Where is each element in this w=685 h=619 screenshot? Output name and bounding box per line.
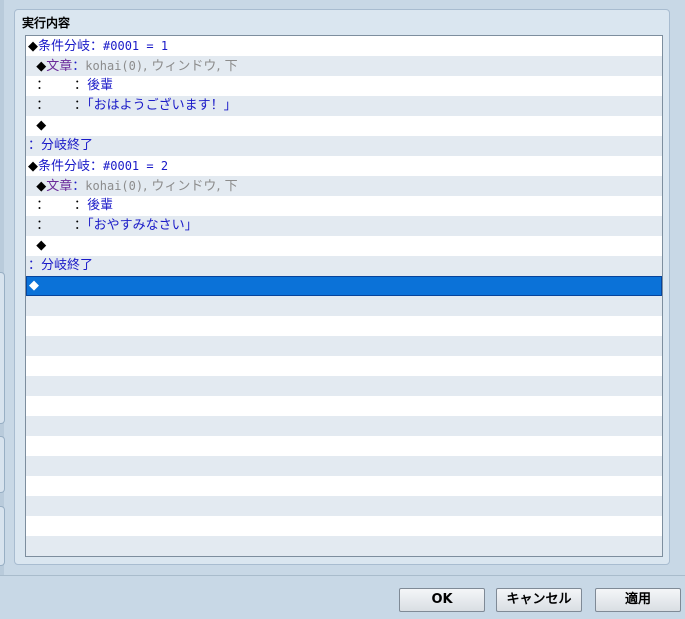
command-text: ◆	[28, 179, 47, 194]
ok-button[interactable]: OK	[399, 588, 485, 612]
empty-row[interactable]	[26, 496, 662, 516]
event-command-row[interactable]: ◆条件分岐：#0001 = 2	[26, 156, 662, 176]
command-text: #0001 = 2	[103, 159, 169, 173]
empty-row[interactable]	[26, 316, 662, 336]
command-text: ◆	[28, 39, 38, 54]
command-text: ： ：	[28, 218, 88, 233]
command-text: 「おやすみなさい」	[87, 218, 198, 233]
event-command-row[interactable]: ： ：後輩	[26, 76, 662, 96]
command-text: ：	[28, 258, 42, 273]
command-text: , ウィンドウ, 下	[143, 179, 238, 194]
command-text: 文章	[46, 179, 73, 194]
dialog-footer: OK キャンセル 適用	[0, 575, 685, 619]
event-command-row[interactable]: ◆	[26, 236, 662, 256]
command-text: ◆	[28, 59, 47, 74]
event-command-row-selected[interactable]: ◆	[26, 276, 662, 296]
empty-row[interactable]	[26, 416, 662, 436]
command-text: 文章	[46, 59, 73, 74]
left-panel-tab[interactable]	[0, 436, 5, 493]
command-text: #0001 = 1	[103, 39, 169, 53]
event-command-row[interactable]: ◆文章：kohai(0), ウィンドウ, 下	[26, 56, 662, 76]
event-command-row[interactable]: ◆	[26, 116, 662, 136]
event-command-row[interactable]: ◆文章：kohai(0), ウィンドウ, 下	[26, 176, 662, 196]
command-text: ： ：	[28, 98, 88, 113]
event-command-list[interactable]: ◆条件分岐：#0001 = 1 ◆文章：kohai(0), ウィンドウ, 下 ：…	[25, 35, 663, 557]
cancel-button[interactable]: キャンセル	[496, 588, 582, 612]
command-text: 条件分岐：	[38, 159, 104, 174]
event-command-row[interactable]: ：分岐終了	[26, 136, 662, 156]
empty-row[interactable]	[26, 356, 662, 376]
event-command-row[interactable]: ◆条件分岐：#0001 = 1	[26, 36, 662, 56]
command-text: ： ：	[28, 198, 88, 213]
command-text: 分岐終了	[41, 258, 94, 273]
empty-row[interactable]	[26, 376, 662, 396]
empty-row[interactable]	[26, 296, 662, 316]
command-text: ◆	[28, 238, 47, 253]
empty-row[interactable]	[26, 436, 662, 456]
empty-row[interactable]	[26, 476, 662, 496]
event-command-row[interactable]: ： ：「おはようございます！」	[26, 96, 662, 116]
empty-row[interactable]	[26, 516, 662, 536]
empty-row[interactable]	[26, 396, 662, 416]
command-text: ◆	[29, 278, 39, 293]
panel-title: 実行内容	[22, 16, 71, 30]
empty-row[interactable]	[26, 456, 662, 476]
apply-button[interactable]: 適用	[595, 588, 681, 612]
left-panel-tab[interactable]	[0, 272, 5, 424]
left-panel-tab[interactable]	[0, 506, 5, 566]
execution-content-panel: 実行内容 ◆条件分岐：#0001 = 1 ◆文章：kohai(0), ウィンドウ…	[14, 9, 670, 565]
command-text: kohai(0)	[85, 179, 144, 193]
command-text: 後輩	[87, 78, 114, 93]
empty-row[interactable]	[26, 336, 662, 356]
command-text: 条件分岐：	[38, 39, 104, 54]
command-text: ：	[28, 138, 42, 153]
empty-row[interactable]	[26, 536, 662, 556]
command-text: ◆	[28, 118, 47, 133]
command-text: ：	[72, 179, 86, 194]
event-command-row[interactable]: ：分岐終了	[26, 256, 662, 276]
command-text: 後輩	[87, 198, 114, 213]
event-command-row[interactable]: ： ：「おやすみなさい」	[26, 216, 662, 236]
command-text: , ウィンドウ, 下	[143, 59, 238, 74]
command-text: ： ：	[28, 78, 88, 93]
command-text: ：	[72, 59, 86, 74]
command-text: 「おはようございます！」	[87, 98, 237, 113]
command-text: kohai(0)	[85, 59, 144, 73]
command-text: ◆	[28, 159, 38, 174]
event-command-row[interactable]: ： ：後輩	[26, 196, 662, 216]
command-text: 分岐終了	[41, 138, 94, 153]
